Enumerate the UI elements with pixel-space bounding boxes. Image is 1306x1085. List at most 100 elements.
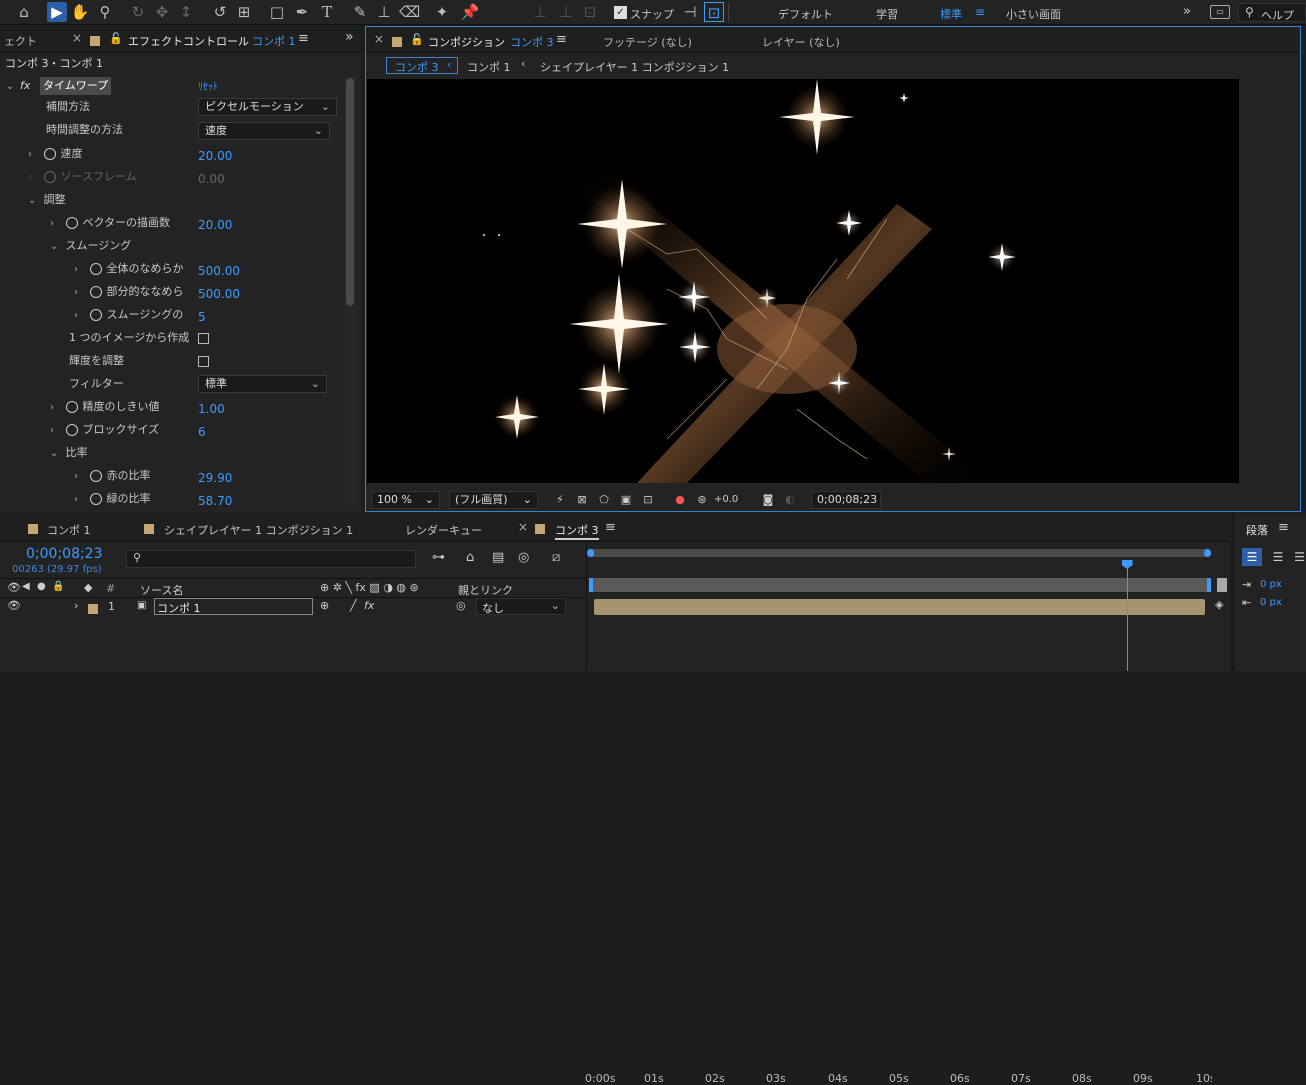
dolly-camera-icon[interactable]: ↕ bbox=[176, 2, 196, 22]
effects-scrollbar-track[interactable] bbox=[344, 76, 356, 506]
expand-arrow-icon[interactable]: › bbox=[50, 398, 62, 418]
snapshot-camera-icon[interactable]: ◙ bbox=[760, 492, 776, 508]
align-right-icon[interactable]: ☰ bbox=[1292, 548, 1306, 566]
resolution-dropdown[interactable]: (フル画質) ⌄ bbox=[449, 491, 538, 509]
fast-previews-icon[interactable]: ⚡ bbox=[552, 492, 568, 508]
workspace-layout-icon[interactable]: ▭ bbox=[1210, 5, 1230, 19]
comp-flowchart-icon[interactable]: ⊶ bbox=[432, 550, 445, 565]
axis-view-icon[interactable]: ⊡ bbox=[580, 2, 600, 22]
expand-arrow-icon[interactable]: › bbox=[74, 467, 86, 487]
workspace-small-screen[interactable]: 小さい画面 bbox=[1006, 6, 1061, 22]
viewer-timecode[interactable]: 0;00;08;23 bbox=[811, 491, 881, 509]
pickwhip-icon[interactable]: ◎ bbox=[456, 599, 466, 612]
switches-header-icons[interactable]: ⊕ ✲ ╲ fx ▨ ◑ ◍ ⊛ bbox=[320, 581, 419, 594]
stopwatch-icon[interactable] bbox=[89, 470, 102, 482]
stopwatch-icon[interactable] bbox=[89, 286, 102, 298]
footage-tab[interactable]: フッテージ (なし) bbox=[603, 34, 692, 50]
type-tool-icon[interactable]: T bbox=[317, 2, 337, 22]
error-threshold-value[interactable]: 1.00 bbox=[198, 399, 225, 419]
global-smooth-value[interactable]: 500.00 bbox=[198, 261, 240, 281]
overflow-chevron-icon[interactable]: » bbox=[1183, 4, 1191, 19]
eye-icon[interactable]: 👁 bbox=[7, 581, 21, 594]
label-tag-icon[interactable]: ◆ bbox=[84, 581, 92, 594]
composition-tab-comp[interactable]: コンポ 3 bbox=[510, 34, 554, 50]
timeline-tab-comp1[interactable]: コンポ 1 bbox=[47, 522, 91, 538]
zoom-dropdown[interactable]: 100 % ⌄ bbox=[371, 491, 440, 509]
nav-current-comp[interactable]: コンポ 3 ‹ bbox=[386, 57, 458, 74]
parent-link-header[interactable]: 親とリンク bbox=[458, 582, 513, 598]
panel-menu-icon[interactable]: ≡ bbox=[1278, 520, 1289, 535]
comp-marker-well[interactable] bbox=[1217, 578, 1227, 592]
effect-name[interactable]: タイムワープ bbox=[40, 77, 112, 95]
shy-switch-icon[interactable]: ⊕ bbox=[320, 599, 329, 612]
workspace-learn[interactable]: 学習 bbox=[876, 6, 898, 22]
effects-switch-icon[interactable]: fx bbox=[364, 599, 374, 612]
expand-arrow-icon[interactable]: › bbox=[28, 145, 40, 165]
work-area-bar[interactable] bbox=[587, 549, 1211, 557]
filter-dropdown[interactable]: 標準 ⌄ bbox=[198, 375, 327, 393]
home-icon[interactable]: ⌂ bbox=[14, 2, 34, 22]
overflow-chevron-icon[interactable]: » bbox=[345, 29, 354, 45]
expand-arrow-icon[interactable]: › bbox=[50, 421, 62, 441]
close-tab-icon[interactable]: × bbox=[518, 520, 528, 534]
effects-tab-fragment[interactable]: ェクト bbox=[4, 33, 37, 49]
vector-detail-value[interactable]: 20.00 bbox=[198, 215, 232, 235]
guides-grid-icon[interactable]: ⊡ bbox=[640, 492, 656, 508]
workspace-menu-icon[interactable]: ≡ bbox=[975, 5, 985, 19]
navigator-start-handle[interactable] bbox=[589, 578, 593, 592]
lock-icon[interactable]: 🔒 bbox=[52, 581, 64, 592]
color-channels-icon[interactable]: ● bbox=[672, 492, 688, 508]
nav-comp1[interactable]: コンポ 1 bbox=[467, 59, 511, 75]
workspace-standard[interactable]: 標準 bbox=[940, 6, 962, 22]
timeline-tab-shape-layer[interactable]: シェイプレイヤー 1 コンポジション 1 bbox=[164, 522, 353, 538]
close-tab-icon[interactable]: × bbox=[374, 32, 384, 46]
panel-menu-icon[interactable]: ≡ bbox=[605, 520, 616, 535]
time-adjust-dropdown[interactable]: 速度 ⌄ bbox=[198, 122, 330, 140]
roto-brush-tool-icon[interactable]: ✦ bbox=[432, 2, 452, 22]
close-tab-icon[interactable]: × bbox=[72, 31, 82, 45]
smoothing-group[interactable]: ⌄ スムージング bbox=[50, 236, 131, 256]
indent-right-value[interactable]: 0 px bbox=[1260, 597, 1282, 608]
time-navigator-bar[interactable] bbox=[589, 578, 1211, 592]
layer-color-swatch[interactable] bbox=[88, 602, 98, 615]
effect-controls-tab-title[interactable]: エフェクトコントロール bbox=[128, 33, 249, 49]
effect-controls-tab-comp[interactable]: コンポ 1 bbox=[252, 33, 296, 49]
motion-blur-icon[interactable]: ◎ bbox=[518, 550, 529, 565]
eraser-tool-icon[interactable]: ⌫ bbox=[399, 2, 420, 22]
graph-editor-icon[interactable]: ⧄ bbox=[552, 550, 560, 565]
orbit-camera-icon[interactable]: ↻ bbox=[128, 2, 148, 22]
source-name-header[interactable]: ソース名 bbox=[140, 582, 183, 598]
stopwatch-icon[interactable] bbox=[43, 171, 56, 183]
layer-duration-bar[interactable] bbox=[594, 599, 1205, 615]
align-left-icon[interactable]: ☰ bbox=[1242, 548, 1262, 566]
anchor-point-tool-icon[interactable]: ⊞ bbox=[234, 2, 254, 22]
hand-tool-icon[interactable]: ✋ bbox=[70, 2, 90, 22]
workspace-default[interactable]: デフォルト bbox=[778, 6, 833, 22]
green-weight-value[interactable]: 58.70 bbox=[198, 491, 232, 511]
speed-value[interactable]: 20.00 bbox=[198, 146, 232, 166]
timeline-tab-comp3[interactable]: コンポ 3 bbox=[555, 522, 599, 540]
mask-visibility-icon[interactable]: ⬠ bbox=[596, 492, 612, 508]
timeline-graph-area[interactable]: ◈ bbox=[586, 542, 1230, 671]
panel-menu-icon[interactable]: ≡ bbox=[298, 31, 309, 46]
rotation-tool-icon[interactable]: ↺ bbox=[210, 2, 230, 22]
expand-arrow-icon[interactable]: › bbox=[74, 260, 86, 280]
clone-stamp-tool-icon[interactable]: ⊥ bbox=[374, 2, 394, 22]
timeline-search-input[interactable]: ⚲ bbox=[126, 550, 416, 568]
layer-tab[interactable]: レイヤー (なし) bbox=[762, 34, 840, 50]
composition-tab-title[interactable]: コンポジション bbox=[428, 34, 505, 50]
solo-icon[interactable]: ● bbox=[37, 581, 46, 592]
composition-viewer[interactable] bbox=[367, 79, 1239, 483]
lock-icon[interactable]: 🔓 bbox=[410, 33, 424, 46]
correct-lum-checkbox[interactable] bbox=[198, 356, 209, 367]
stopwatch-icon[interactable] bbox=[89, 309, 102, 321]
build-from-one-checkbox[interactable] bbox=[198, 333, 209, 344]
audio-icon[interactable]: ◀ bbox=[22, 581, 30, 592]
lock-icon[interactable]: 🔓 bbox=[109, 32, 123, 45]
puppet-pin-tool-icon[interactable]: 📌 bbox=[460, 2, 480, 22]
exposure-value[interactable]: +0.0 bbox=[714, 492, 738, 508]
quality-switch-icon[interactable]: ╱ bbox=[350, 599, 357, 612]
expand-arrow-icon[interactable]: › bbox=[74, 306, 86, 326]
weighting-group[interactable]: ⌄ 比率 bbox=[50, 443, 88, 463]
align-center-icon[interactable]: ☰ bbox=[1268, 548, 1288, 566]
